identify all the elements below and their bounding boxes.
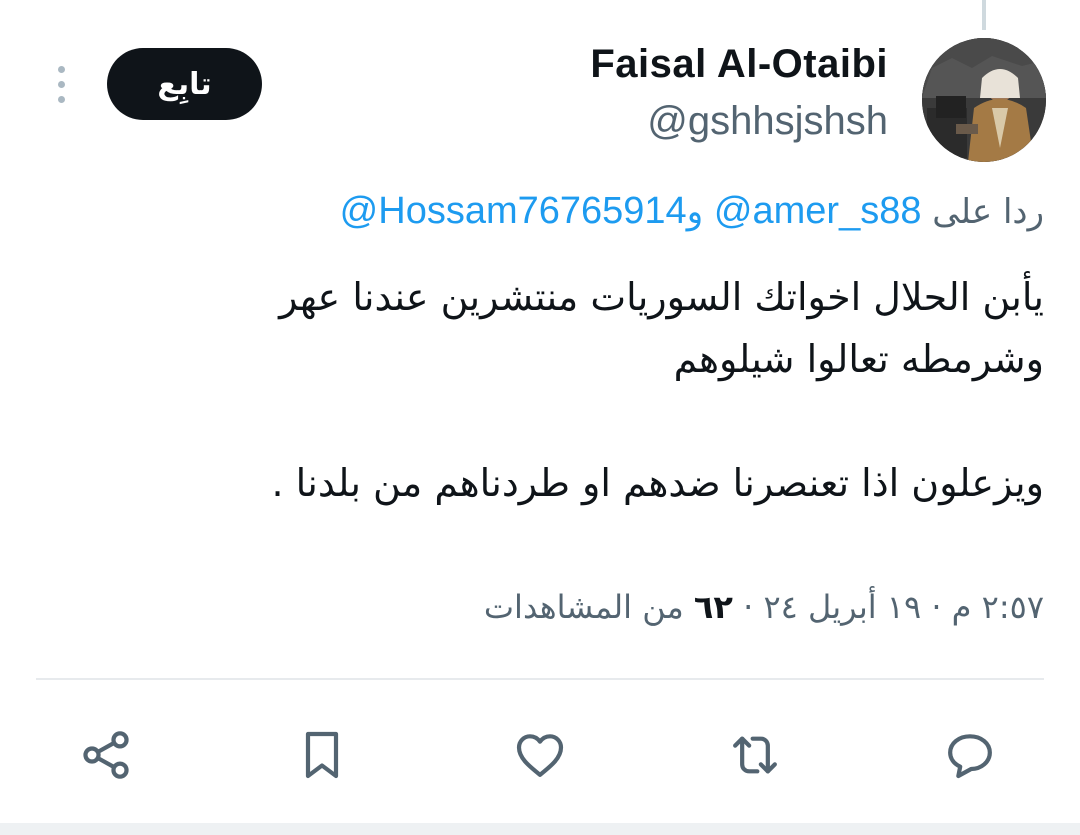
bookmark-button[interactable] (282, 715, 362, 795)
avatar[interactable] (922, 38, 1046, 162)
retweet-arrows-icon (733, 736, 777, 774)
views-label: من المشاهدات (483, 588, 684, 626)
bookmark-icon (305, 731, 339, 779)
thread-connector-line (982, 0, 986, 30)
retweet-button[interactable] (715, 715, 795, 795)
share-button[interactable] (66, 715, 146, 795)
tweet-metadata: ٢:٥٧ م · ١٩ أبريل ٢٤ · ٦٢ من المشاهدات (484, 588, 1044, 626)
reply-prefix: ردا على (932, 192, 1044, 232)
tweet-text-line: ويزعلون اذا تعنصرنا ضدهم او طردناهم من ب… (271, 461, 1045, 505)
action-bar (0, 715, 1080, 795)
share-nodes-icon (83, 731, 129, 779)
reply-mention-amer[interactable]: @amer_s88 (714, 190, 922, 232)
heart-icon (516, 734, 564, 777)
reply-conjunction: و (686, 192, 704, 232)
more-options-icon[interactable] (50, 66, 72, 106)
bottom-separator (0, 823, 1080, 835)
follow-button[interactable]: تابِع (107, 48, 262, 120)
views-count: ٦٢ (693, 588, 733, 626)
meta-separator: · (743, 588, 754, 626)
reply-mention-hossam[interactable]: @Hossam76765914 (340, 190, 687, 232)
tweet-text-line: وشرمطه تعالوا شيلوهم (673, 337, 1044, 381)
reply-to-line: ردا على @amer_s88 و@Hossam76765914 (340, 190, 1044, 233)
tweet-time[interactable]: ٢:٥٧ م (952, 588, 1044, 626)
avatar-image (922, 38, 1046, 162)
reply-button[interactable] (930, 715, 1010, 795)
tweet-text-line: يأبن الحلال اخواتك السوريات منتشرين عندن… (279, 275, 1044, 319)
author-name[interactable]: Faisal Al-Otaibi (590, 42, 888, 87)
tweet-date[interactable]: ١٩ أبريل ٢٤ (763, 588, 921, 626)
tweet-text: يأبن الحلال اخواتك السوريات منتشرين عندن… (44, 266, 1045, 514)
divider (36, 678, 1044, 680)
author-handle[interactable]: @gshhsjshsh (647, 99, 888, 144)
meta-separator: · (931, 588, 942, 626)
speech-bubble-icon (948, 734, 992, 779)
like-button[interactable] (500, 715, 580, 795)
